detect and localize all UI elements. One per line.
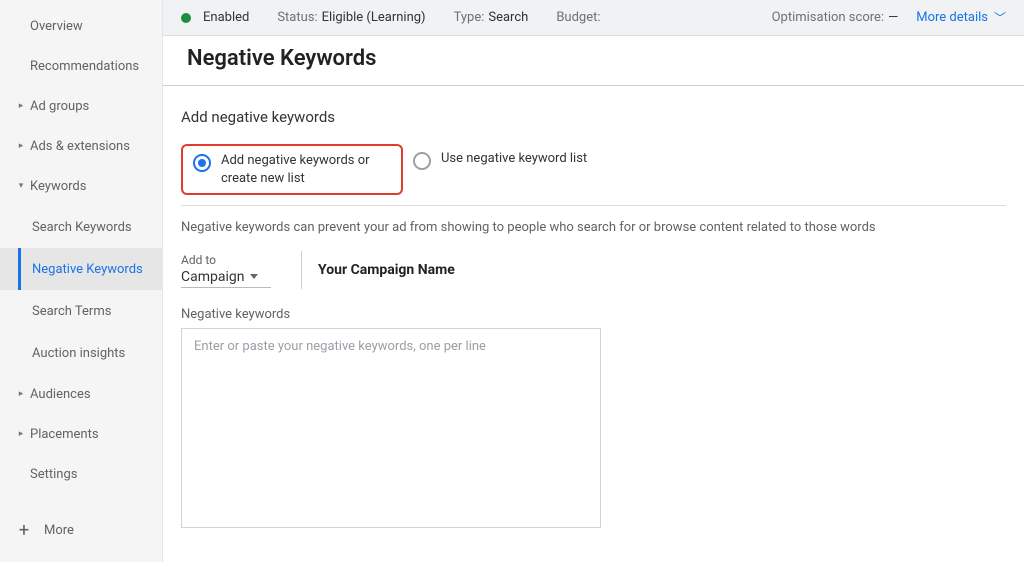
radio-group: Add negative keywords or create new list… [181,144,1006,206]
sidebar-item-settings[interactable]: Settings [0,454,162,494]
sidebar-more-label: More [44,523,74,538]
radio-option-add-new[interactable]: Add negative keywords or create new list [193,152,391,187]
content-area: Add negative keywords Add negative keywo… [163,86,1024,562]
status-value: Eligible (Learning) [322,10,426,25]
caret-right-icon: ▸ [16,389,26,399]
radio-unselected-icon [413,152,431,170]
section-heading: Add negative keywords [181,108,1006,126]
sidebar-item-label: Search Terms [32,304,111,319]
sidebar-item-label: Placements [30,427,99,442]
enabled-label: Enabled [203,10,249,25]
opt-score-value: — [888,10,898,25]
budget-kv: Budget: [556,10,604,25]
add-to-row: Add to Campaign Your Campaign Name [181,251,1006,289]
campaign-name: Your Campaign Name [318,262,455,278]
sidebar-item-label: Ads & extensions [30,139,130,154]
add-to-value: Campaign [181,269,244,285]
caret-right-icon: ▸ [16,429,26,439]
sidebar-item-label: Recommendations [30,59,139,74]
add-to-column: Add to Campaign [181,253,271,288]
radio-option-use-list[interactable]: Use negative keyword list [413,144,587,170]
sidebar-item-overview[interactable]: Overview [0,6,162,46]
sidebar-item-label: Auction insights [32,346,125,361]
enabled-status: Enabled [199,10,249,25]
sidebar-subitem-search-keywords[interactable]: Search Keywords [0,206,162,248]
budget-label: Budget: [556,10,600,25]
sidebar-subitem-search-terms[interactable]: Search Terms [0,290,162,332]
type-label: Type: [454,10,485,25]
sidebar-item-keywords[interactable]: ▾ Keywords [0,166,162,206]
sidebar-item-label: Ad groups [30,99,89,114]
helper-text: Negative keywords can prevent your ad fr… [181,220,1006,235]
status-kv: Status: Eligible (Learning) [277,10,425,25]
sidebar: Overview Recommendations ▸ Ad groups ▸ A… [0,0,163,562]
sidebar-item-label: Settings [30,467,77,482]
sidebar-item-label: Negative Keywords [32,262,143,277]
sidebar-subitem-auction-insights[interactable]: Auction insights [0,332,162,374]
sidebar-more[interactable]: + More [0,510,162,550]
sidebar-item-ads-extensions[interactable]: ▸ Ads & extensions [0,126,162,166]
status-label: Status: [277,10,317,25]
more-details-label: More details [916,10,988,25]
type-value: Search [488,10,528,25]
sidebar-subitem-negative-keywords[interactable]: Negative Keywords [0,248,162,290]
negative-keywords-textarea[interactable] [181,328,601,528]
radio-label: Use negative keyword list [441,150,587,168]
sidebar-item-recommendations[interactable]: Recommendations [0,46,162,86]
vertical-divider [301,251,302,289]
sidebar-item-ad-groups[interactable]: ▸ Ad groups [0,86,162,126]
opt-score-kv: Optimisation score: — [772,10,899,25]
type-kv: Type: Search [454,10,529,25]
main-area: Enabled Status: Eligible (Learning) Type… [163,0,1024,562]
chevron-down-icon: ﹀ [994,9,1006,26]
caret-down-icon [250,274,258,279]
sidebar-item-label: Search Keywords [32,220,132,235]
caret-right-icon: ▸ [16,101,26,111]
sidebar-item-label: Overview [30,19,83,34]
sidebar-item-placements[interactable]: ▸ Placements [0,414,162,454]
caret-down-icon: ▾ [16,181,26,191]
negative-keywords-label: Negative keywords [181,307,1006,322]
status-dot-icon [181,13,191,23]
top-bar: Enabled Status: Eligible (Learning) Type… [163,0,1024,36]
add-to-select[interactable]: Campaign [181,269,271,288]
page-title-wrap: Negative Keywords [163,36,1024,86]
highlight-box: Add negative keywords or create new list [181,144,403,195]
more-details-link[interactable]: More details ﹀ [916,9,1006,26]
sidebar-item-label: Keywords [30,179,86,194]
sidebar-item-label: Audiences [30,387,91,402]
caret-right-icon: ▸ [16,141,26,151]
page-title: Negative Keywords [187,46,1000,71]
plus-icon: + [16,520,32,541]
radio-label: Add negative keywords or create new list [221,152,391,187]
add-to-label: Add to [181,253,271,267]
opt-score-label: Optimisation score: [772,10,885,25]
radio-selected-icon [193,154,211,172]
sidebar-item-audiences[interactable]: ▸ Audiences [0,374,162,414]
